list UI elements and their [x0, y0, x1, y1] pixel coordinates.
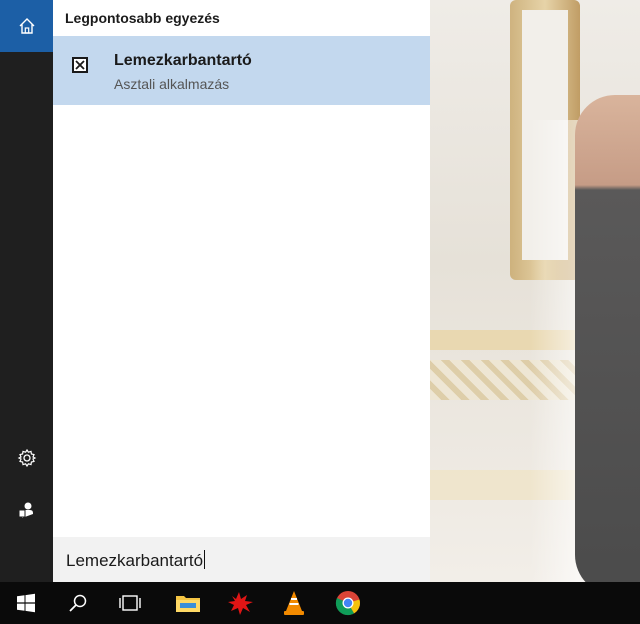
vlc-icon: [284, 591, 304, 615]
vlc-button[interactable]: [268, 582, 320, 624]
best-match-result[interactable]: Lemezkarbantartó Asztali alkalmazás: [53, 36, 430, 105]
windows-start-icon: [17, 593, 35, 613]
task-view-button[interactable]: [104, 582, 156, 624]
disk-cleanup-icon: [72, 57, 88, 73]
wallpaper-person: [575, 95, 640, 582]
start-menu-rail: [0, 0, 53, 582]
search-results-panel: Legpontosabb egyezés Lemezkarbantartó As…: [53, 0, 430, 582]
section-title-best-match: Legpontosabb egyezés: [65, 10, 220, 26]
paint-splash-app-icon: [228, 592, 253, 615]
search-button[interactable]: [52, 582, 104, 624]
file-explorer-button[interactable]: [162, 582, 214, 624]
search-input[interactable]: Lemezkarbantartó: [66, 550, 206, 571]
paint-app-button[interactable]: [215, 582, 267, 624]
chrome-button[interactable]: [322, 582, 374, 624]
settings-button[interactable]: [0, 432, 53, 484]
user-button[interactable]: [0, 484, 53, 536]
gear-icon: [17, 448, 36, 468]
home-icon: [19, 18, 34, 34]
search-query: Lemezkarbantartó: [66, 551, 204, 570]
start-button[interactable]: [0, 582, 52, 624]
chrome-icon: [335, 591, 360, 616]
user-icon: [18, 502, 33, 518]
result-title: Lemezkarbantartó: [114, 52, 252, 69]
result-subtitle: Asztali alkalmazás: [114, 76, 230, 92]
task-view-icon: [119, 595, 141, 611]
taskbar: [0, 582, 640, 624]
text-caret: [204, 550, 206, 569]
desktop-wallpaper: [430, 0, 640, 582]
search-icon: [69, 594, 87, 612]
search-box[interactable]: Lemezkarbantartó: [53, 537, 430, 582]
home-button[interactable]: [0, 0, 53, 52]
file-explorer-icon: [176, 596, 200, 612]
